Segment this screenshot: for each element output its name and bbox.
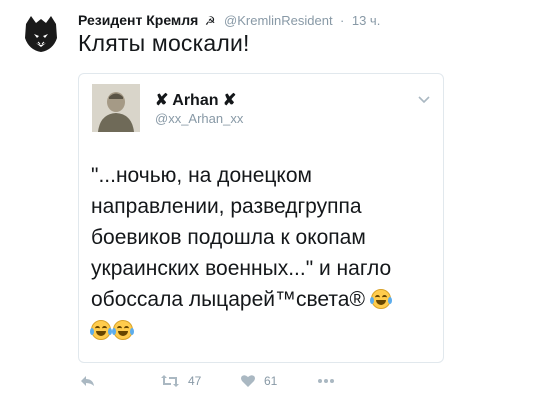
quoted-tweet-text: "...ночью, на донецком направлении, разв… bbox=[90, 160, 441, 346]
more-icon bbox=[318, 379, 334, 383]
tweet-text: Кляты москали! bbox=[78, 30, 250, 56]
tweet-card: Резидент Кремля ☭ @KremlinResident · 13 … bbox=[0, 0, 538, 407]
separator-dot: · bbox=[340, 13, 345, 28]
reply-button[interactable] bbox=[80, 374, 96, 388]
reply-icon bbox=[81, 376, 94, 386]
heart-icon bbox=[241, 375, 255, 387]
person-photo-icon bbox=[92, 84, 140, 132]
quoted-text-body: "...ночью, на донецком направлении, разв… bbox=[91, 164, 392, 311]
face-with-tears-of-joy-icon bbox=[112, 320, 134, 340]
quoted-author-avatar[interactable] bbox=[92, 84, 140, 132]
tweet-actions: 47 61 bbox=[78, 372, 438, 394]
tweet-header: Резидент Кремля ☭ @KremlinResident · 13 … bbox=[78, 12, 380, 30]
face-with-tears-of-joy-icon bbox=[90, 320, 112, 340]
quoted-tweet[interactable]: ✘ Arhan ✘ @xx_Arhan_xx "...ночью, на дон… bbox=[78, 73, 444, 363]
author-name[interactable]: Резидент Кремля bbox=[78, 12, 198, 28]
bear-logo-icon bbox=[25, 16, 57, 52]
retweet-button[interactable]: 47 bbox=[160, 374, 201, 388]
retweet-icon bbox=[161, 375, 179, 387]
author-handle[interactable]: @KremlinResident bbox=[224, 13, 333, 28]
quoted-author-handle[interactable]: @xx_Arhan_xx bbox=[155, 111, 243, 126]
author-avatar[interactable] bbox=[18, 10, 64, 56]
like-button[interactable]: 61 bbox=[240, 374, 277, 388]
quoted-author-name[interactable]: ✘ Arhan ✘ bbox=[155, 90, 236, 110]
retweet-count: 47 bbox=[188, 374, 202, 388]
more-button[interactable] bbox=[316, 374, 336, 388]
like-count: 61 bbox=[264, 374, 278, 388]
tweet-time[interactable]: 13 ч. bbox=[352, 13, 380, 28]
chevron-down-icon[interactable] bbox=[417, 92, 431, 104]
hammer-sickle-icon: ☭ bbox=[204, 14, 216, 28]
face-with-tears-of-joy-icon bbox=[369, 289, 392, 309]
